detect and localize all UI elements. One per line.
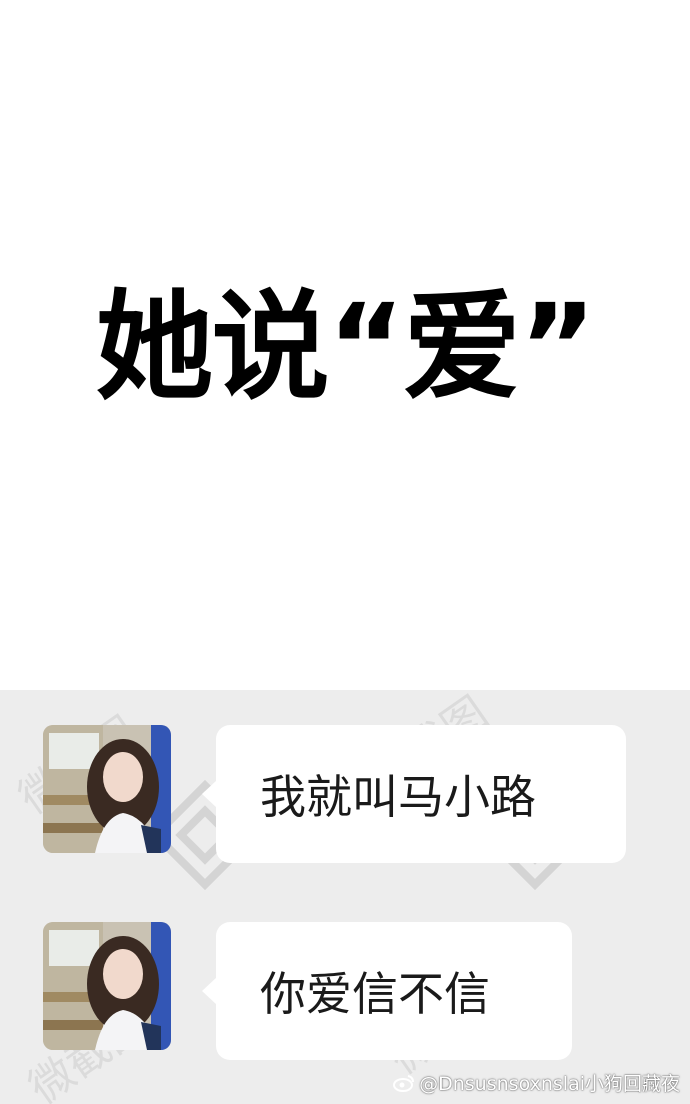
caption-panel: 她说“爱” bbox=[0, 0, 690, 690]
avatar-photo-icon bbox=[43, 725, 171, 853]
message-bubble[interactable]: 你爱信不信 bbox=[202, 922, 572, 1060]
avatar-photo-icon bbox=[43, 922, 171, 1050]
chat-panel: 微截图 微截图 微截图 微截图 我就叫马小路 bbox=[0, 690, 690, 1104]
avatar[interactable] bbox=[43, 922, 171, 1050]
message-bubble[interactable]: 我就叫马小路 bbox=[202, 725, 626, 863]
weibo-credit: @Dnsusnsoxnslai小狗回藏夜 bbox=[393, 1069, 680, 1096]
credit-text: @Dnsusnsoxnslai小狗回藏夜 bbox=[419, 1073, 680, 1095]
weibo-logo-icon bbox=[393, 1074, 415, 1092]
headline: 她说“爱” bbox=[95, 278, 596, 416]
avatar[interactable] bbox=[43, 725, 171, 853]
